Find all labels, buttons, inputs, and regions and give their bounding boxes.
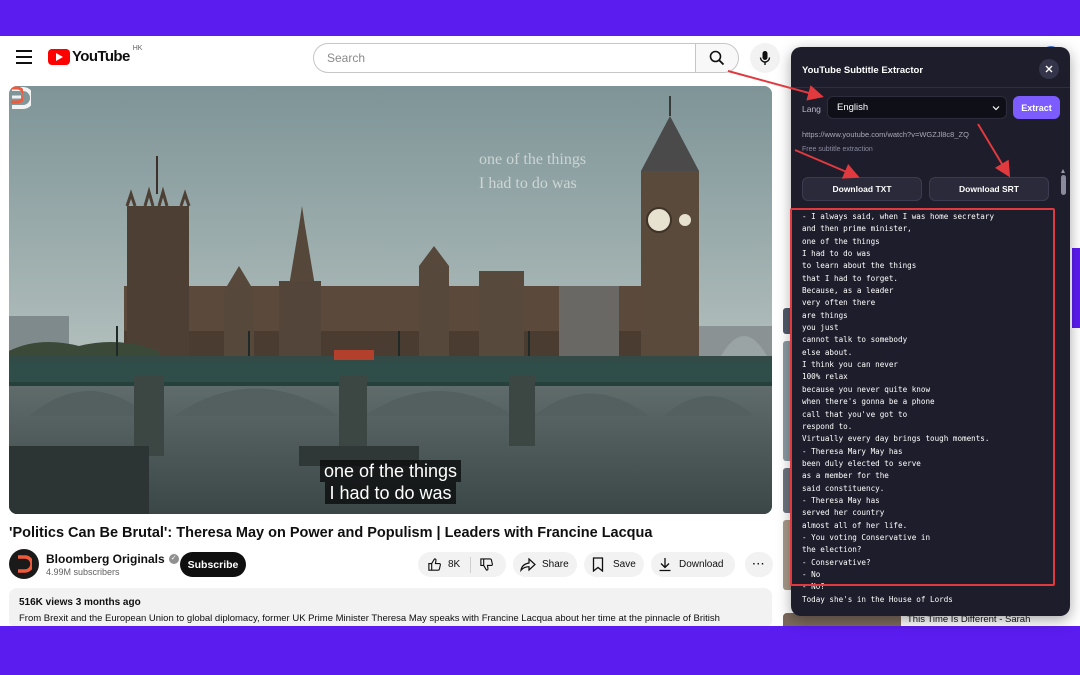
video-url: https://www.youtube.com/watch?v=WGZJl8c8… [802,130,969,139]
subscriber-count: 4.99M subscribers [46,567,120,577]
download-srt-button[interactable]: Download SRT [929,177,1049,201]
subscribe-button[interactable]: Subscribe [180,552,246,577]
transcript-line: - Theresa May has [802,495,880,505]
youtube-play-icon [48,48,70,65]
transcript-line: call that you've got to [802,409,908,419]
transcript-line: I had to do was [802,249,871,259]
transcript-line: - Theresa Mary May has [802,446,903,456]
search-icon [709,50,725,66]
transcript-line: been duly elected to serve [802,458,921,468]
description-text: From Brexit and the European Union to gl… [19,613,720,624]
subtitle-extractor-panel: YouTube Subtitle Extractor Lang English … [791,47,1070,616]
language-select[interactable]: English [827,96,1007,119]
hamburger-menu-icon[interactable] [16,50,32,64]
description-box[interactable]: 516K views 3 months ago From Brexit and … [9,588,772,626]
transcript-line: served her country [802,508,885,518]
close-icon [1045,65,1053,73]
chevron-down-icon [992,106,1000,111]
transcript-line: when there's gonna be a phone [802,397,935,407]
transcript-line: almost all of her life. [802,520,908,530]
language-value: English [837,102,869,113]
share-button[interactable]: Share [513,552,577,577]
share-label: Share [542,559,569,570]
like-dislike-group: 8K [418,552,506,577]
transcript-line: Today she's in the House of Lords [802,594,953,604]
extract-button[interactable]: Extract [1013,96,1060,119]
transcript-line: as a member for the [802,471,889,481]
share-icon [520,557,536,572]
download-txt-button[interactable]: Download TXT [802,177,922,201]
region-label: HK [132,45,143,52]
caption-line: one of the things [319,460,462,482]
transcript-line: cannot talk to somebody [802,335,908,345]
bookmark-icon [592,557,604,572]
transcript-line: else about. [802,347,853,357]
logo-text: YouTube [72,48,130,65]
faint-caption-line: one of the things [479,151,587,168]
transcript-line: you just [802,323,839,333]
panel-divider [791,87,1070,88]
like-icon[interactable] [427,557,442,572]
like-divider [470,556,472,573]
download-button[interactable]: Download [651,552,735,577]
transcript-line: one of the things [802,236,880,246]
transcript-line: very often there [802,298,876,308]
transcript-text[interactable]: - I always said, when I was home secreta… [802,211,1054,606]
verified-icon: ✓ [168,554,179,564]
channel-name-text: Bloomberg Originals [46,552,165,566]
download-label: Download [679,559,724,570]
video-title: 'Politics Can Be Brutal': Theresa May on… [9,525,653,541]
voice-search-button[interactable] [750,43,780,73]
transcript-line: are things [802,310,848,320]
transcript-line: Virtually every day brings tough moments… [802,434,990,444]
transcript-scrollbar[interactable] [1060,165,1066,616]
transcript-line: - You voting Conservative in [802,532,931,542]
transcript-line: - Conservative? [802,557,871,567]
save-label: Save [613,559,636,570]
channel-avatar[interactable] [9,549,39,579]
close-button[interactable] [1039,59,1059,79]
transcript-line: the election? [802,545,862,555]
transcript-line: I think you can never [802,360,899,370]
language-label: Lang [802,104,821,114]
corner-logo-icon [11,86,23,104]
transcript-line: because you never quite know [802,384,931,394]
scrollbar-thumb[interactable] [1061,175,1066,195]
transcript-line: said constituency. [802,483,885,493]
channel-logo-icon [18,555,32,573]
download-icon [659,558,671,572]
transcript-line: - No? [802,582,825,592]
transcript-line: - No [802,569,821,579]
video-caption: one of the things I had to do was [9,460,772,504]
transcript-line: 100% relax [802,372,848,382]
panel-title: YouTube Subtitle Extractor [802,65,924,76]
youtube-logo[interactable]: YouTube HK [48,45,143,65]
faint-caption: one of the things I had to do was [479,148,586,196]
search-input[interactable]: Search [313,43,697,73]
dislike-icon[interactable] [479,557,494,572]
view-count-date: 516K views 3 months ago [19,597,141,608]
video-frame-westminster [9,86,772,514]
search-button[interactable] [695,43,739,73]
transcript-line: that I had to forget. [802,273,899,283]
save-button[interactable]: Save [584,552,644,577]
transcript-line: and then prime minister, [802,224,912,234]
like-count[interactable]: 8K [448,559,460,570]
microphone-icon [759,51,771,65]
transcript-line: to learn about the things [802,261,917,271]
transcript-line: - I always said, when I was home secreta… [802,212,995,221]
channel-name[interactable]: Bloomberg Originals ✓ [46,552,179,566]
extraction-note: Free subtitle extraction [802,146,873,153]
caption-line: I had to do was [325,482,456,504]
transcript-line: respond to. [802,421,853,431]
transcript-line: Because, as a leader [802,286,894,296]
faint-caption-line: I had to do was [479,175,577,192]
frame-accent [1072,248,1080,328]
video-player[interactable]: one of the things I had to do was one of… [9,86,772,514]
more-actions-button[interactable]: ··· [745,552,773,577]
